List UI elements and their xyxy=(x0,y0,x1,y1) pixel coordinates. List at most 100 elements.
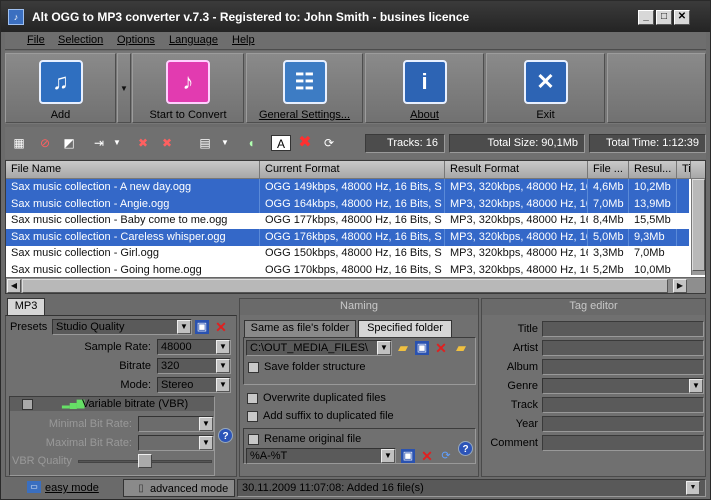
advanced-mode-label: advanced mode xyxy=(150,483,229,495)
advanced-mode-tab[interactable]: ▯ advanced mode xyxy=(123,479,235,497)
invert-selection-icon[interactable]: ◩ xyxy=(61,135,77,151)
col-file-size[interactable]: File ... xyxy=(588,161,629,179)
cancel-icon[interactable]: ✖ xyxy=(297,135,313,151)
rename-pattern-select[interactable]: %A-%T ▼ xyxy=(246,448,396,464)
col-current-format[interactable]: Current Format xyxy=(260,161,445,179)
tag-title-label: Title xyxy=(517,323,538,335)
title-bar[interactable]: ♪ Alt OGG to MP3 converter v.7.3 - Regis… xyxy=(1,1,710,32)
save-folder-icon[interactable]: ▣ xyxy=(415,341,429,355)
col-time[interactable]: Ti xyxy=(677,161,691,179)
vertical-scroll-thumb[interactable] xyxy=(692,179,705,271)
menu-help[interactable]: Help xyxy=(232,34,255,46)
scroll-left-icon[interactable]: ◀ xyxy=(7,279,21,293)
tab-same-folder[interactable]: Same as file's folder xyxy=(244,320,356,337)
table-row[interactable]: Sax music collection - A new day.ogg OGG … xyxy=(6,179,689,196)
remove-all-icon[interactable]: ✖ xyxy=(159,135,175,151)
horizontal-scroll-thumb[interactable] xyxy=(22,279,668,293)
tag-genre-select[interactable]: ▼ xyxy=(542,378,704,394)
file-name-cell: Sax music collection - Angie.ogg xyxy=(6,195,260,213)
table-row[interactable]: Sax music collection - Baby come to me.o… xyxy=(6,212,689,229)
col-file-name[interactable]: File Name xyxy=(6,161,260,179)
chevron-down-icon: ▼ xyxy=(377,341,391,355)
columns-dropdown-icon[interactable]: ▼ xyxy=(217,135,233,151)
menu-file[interactable]: File xyxy=(27,34,45,46)
rename-group: Rename original file %A-%T ▼ ▣ ✕ ⟳ ? xyxy=(243,428,476,464)
deselect-icon[interactable]: ⊘ xyxy=(37,135,53,151)
refresh-icon[interactable]: ⟳ xyxy=(321,135,337,151)
help-icon[interactable]: ? xyxy=(458,441,473,456)
list-horizontal-scrollbar[interactable]: ◀ ▶ xyxy=(6,277,705,293)
output-folder-select[interactable]: C:\OUT_MEDIA_FILES\ ▼ xyxy=(246,340,392,356)
mode-select[interactable]: Stereo ▼ xyxy=(157,377,231,393)
add-suffix-checkbox[interactable] xyxy=(247,411,258,422)
table-row[interactable]: Sax music collection - Careless whisper.… xyxy=(6,228,689,246)
chevron-down-icon[interactable]: ▼ xyxy=(686,481,700,495)
tab-mp3[interactable]: MP3 xyxy=(7,298,45,315)
col-result-size[interactable]: Resul... xyxy=(629,161,677,179)
table-row[interactable]: Sax music collection - Going home.ogg OGG… xyxy=(6,262,689,279)
exit-button[interactable]: ✕ Exit xyxy=(486,53,605,123)
vbr-quality-slider[interactable] xyxy=(138,454,152,468)
save-preset-icon[interactable]: ▣ xyxy=(195,320,209,334)
scroll-right-icon[interactable]: ▶ xyxy=(673,279,687,293)
table-row[interactable]: Sax music collection - Girl.ogg OGG 150kb… xyxy=(6,245,689,262)
tag-album-input[interactable] xyxy=(542,359,704,375)
start-convert-button[interactable]: ♪ Start to Convert xyxy=(132,53,244,123)
easy-mode-link[interactable]: easy mode xyxy=(45,482,99,494)
add-button[interactable]: ♫ Add xyxy=(5,53,116,123)
menu-options[interactable]: Options xyxy=(117,34,155,46)
vbr-checkbox[interactable] xyxy=(22,399,33,410)
presets-select[interactable]: Studio Quality ▼ xyxy=(52,319,192,335)
menu-selection[interactable]: Selection xyxy=(58,34,103,46)
menu-bar: File Selection Options Language Help xyxy=(5,32,706,50)
refresh-pattern-icon[interactable]: ⟳ xyxy=(439,449,453,463)
select-all-icon[interactable]: ▦ xyxy=(11,135,27,151)
tag-artist-input[interactable] xyxy=(542,340,704,356)
delete-folder-icon[interactable]: ✕ xyxy=(434,341,448,355)
tag-title-input[interactable] xyxy=(542,321,704,337)
tag-year-input[interactable] xyxy=(542,416,704,432)
tag-album-label: Album xyxy=(506,361,538,373)
columns-icon[interactable]: ▤ xyxy=(197,135,213,151)
add-dropdown-arrow[interactable]: ▼ xyxy=(117,53,131,123)
help-icon[interactable]: ? xyxy=(218,428,233,443)
save-structure-checkbox[interactable] xyxy=(248,362,259,373)
file-list[interactable]: File Name Current Format Result Format F… xyxy=(5,160,706,294)
move-dropdown-icon[interactable]: ▼ xyxy=(109,135,125,151)
status-message: 30.11.2009 11:07:08: Added 16 file(s) xyxy=(242,482,424,494)
exit-icon: ✕ xyxy=(523,60,568,104)
result-size-cell: 13,9Mb xyxy=(629,195,677,213)
save-pattern-icon[interactable]: ▣ xyxy=(401,449,415,463)
rename-checkbox[interactable] xyxy=(248,434,259,445)
general-settings-button[interactable]: ☷ General Settings... xyxy=(246,53,363,123)
menu-language[interactable]: Language xyxy=(169,34,218,46)
minimize-icon[interactable]: _ xyxy=(638,10,654,25)
open-folder-icon[interactable]: ▰ xyxy=(454,341,468,355)
overwrite-checkbox[interactable] xyxy=(247,393,258,404)
remove-selected-icon[interactable]: ✖ xyxy=(135,135,151,151)
maximize-icon[interactable]: □ xyxy=(656,10,672,25)
total-time: Total Time: 1:12:39 xyxy=(589,134,706,153)
bitrate-label: Bitrate xyxy=(119,360,151,372)
play-icon[interactable]: ◖ xyxy=(243,135,259,151)
bitrate-select[interactable]: 320 ▼ xyxy=(157,358,231,374)
main-toolbar: ♫ Add ▼ ♪ Start to Convert ☷ General Set… xyxy=(5,51,706,124)
about-button[interactable]: i About xyxy=(365,53,484,123)
text-mode-icon[interactable]: A xyxy=(271,135,291,151)
col-result-format[interactable]: Result Format xyxy=(445,161,588,179)
rename-label: Rename original file xyxy=(264,433,362,445)
sample-rate-select[interactable]: 48000 ▼ xyxy=(157,339,231,355)
tag-track-input[interactable] xyxy=(542,397,704,413)
delete-pattern-icon[interactable]: ✕ xyxy=(420,449,434,463)
list-vertical-scrollbar[interactable] xyxy=(691,179,705,275)
table-row[interactable]: Sax music collection - Angie.ogg OGG 164k… xyxy=(6,195,689,213)
browse-folder-icon[interactable]: ▰ xyxy=(396,341,410,355)
tag-genre-label: Genre xyxy=(507,380,538,392)
max-bitrate-select[interactable]: ▼ xyxy=(138,435,214,451)
move-icon[interactable]: ⇥ xyxy=(91,135,107,151)
tag-comment-input[interactable] xyxy=(542,435,704,451)
min-bitrate-select[interactable]: ▼ xyxy=(138,416,214,432)
close-icon[interactable]: ✕ xyxy=(674,10,690,25)
tab-specified-folder[interactable]: Specified folder xyxy=(358,320,452,337)
delete-preset-icon[interactable]: ✕ xyxy=(214,320,228,334)
